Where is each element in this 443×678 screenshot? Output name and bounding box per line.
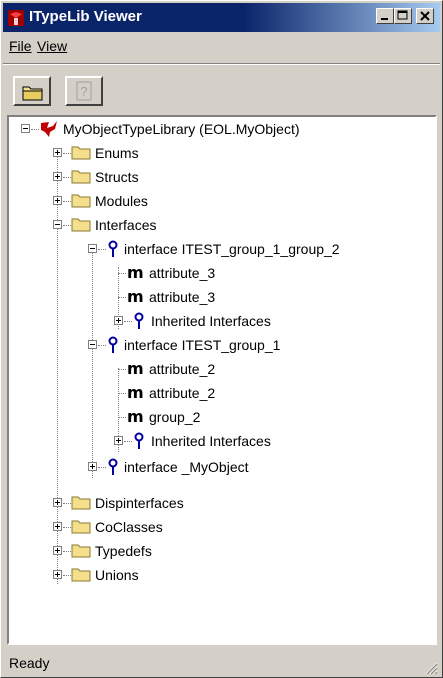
typelib-root-icon xyxy=(41,121,57,137)
tree-node-label: attribute_2 xyxy=(149,361,216,377)
tree-node-label: Typedefs xyxy=(95,543,152,559)
tree-item-structs[interactable]: Structs xyxy=(9,165,429,189)
tree-item-interface[interactable]: interface _MyObject xyxy=(9,455,429,479)
type-library-tree[interactable]: MyObjectTypeLibrary (EOL.MyObject) Enums… xyxy=(7,115,437,645)
tree-item-interface[interactable]: interface ITEST_group_1_group_2 xyxy=(9,237,429,261)
close-icon xyxy=(420,11,430,21)
expand-toggle[interactable] xyxy=(53,522,62,531)
tree-item-inherited[interactable]: Inherited Interfaces xyxy=(9,429,429,453)
tree-node-label: Enums xyxy=(95,145,139,161)
tree-item-member[interactable]: m attribute_3 xyxy=(9,285,429,309)
tree-item-coclasses[interactable]: CoClasses xyxy=(9,515,429,539)
tree-node-label: Dispinterfaces xyxy=(95,495,184,511)
tree-node-label: attribute_3 xyxy=(149,289,216,305)
tree-view: MyObjectTypeLibrary (EOL.MyObject) Enums… xyxy=(9,117,435,643)
tree-item-interfaces[interactable]: Interfaces xyxy=(9,213,429,237)
tree-node-label: Unions xyxy=(95,567,139,583)
collapse-toggle[interactable] xyxy=(88,340,97,349)
method-icon: m xyxy=(127,407,144,426)
folder-icon xyxy=(71,568,91,582)
open-folder-icon xyxy=(22,86,43,101)
menu-bar: File View xyxy=(3,34,440,58)
folder-icon xyxy=(71,520,91,534)
expand-toggle[interactable] xyxy=(53,546,62,555)
tree-item-interface[interactable]: interface ITEST_group_1 xyxy=(9,333,429,357)
collapse-toggle[interactable] xyxy=(21,124,30,133)
tree-node-label: Inherited Interfaces xyxy=(151,433,271,449)
interface-icon xyxy=(108,458,118,475)
method-icon: m xyxy=(127,263,144,282)
tree-node-label: interface ITEST_group_1_group_2 xyxy=(124,241,340,257)
menu-view[interactable]: View xyxy=(37,38,67,54)
minimize-icon xyxy=(381,18,388,20)
expand-toggle[interactable] xyxy=(53,196,62,205)
tree-node-label: Modules xyxy=(95,193,148,209)
tree-node-label: Structs xyxy=(95,169,139,185)
tree-root[interactable]: MyObjectTypeLibrary (EOL.MyObject) xyxy=(9,117,429,141)
toolbar-divider xyxy=(3,63,440,65)
interface-icon xyxy=(108,240,118,257)
expand-toggle[interactable] xyxy=(114,316,123,325)
expand-toggle[interactable] xyxy=(53,172,62,181)
resize-grip-icon[interactable] xyxy=(424,661,438,675)
folder-icon xyxy=(71,496,91,510)
tree-node-label: attribute_3 xyxy=(149,265,216,281)
expand-toggle[interactable] xyxy=(53,148,62,157)
tree-node-label: Interfaces xyxy=(95,217,157,233)
typelib-app-icon xyxy=(8,10,24,26)
expand-toggle[interactable] xyxy=(53,570,62,579)
maximize-icon xyxy=(397,10,408,20)
tree-item-typedefs[interactable]: Typedefs xyxy=(9,539,429,563)
help-icon: ? xyxy=(76,81,92,101)
tree-item-member[interactable]: m attribute_3 xyxy=(9,261,429,285)
status-text: Ready xyxy=(9,655,50,671)
tree-node-label: attribute_2 xyxy=(149,385,216,401)
window-title: ITypeLib Viewer xyxy=(29,8,142,25)
app-window: ITypeLib Viewer File View ? MyObjectType… xyxy=(0,0,443,678)
tree-node-label: Inherited Interfaces xyxy=(151,313,271,329)
minimize-button[interactable] xyxy=(376,8,394,24)
menu-file[interactable]: File xyxy=(9,38,32,54)
method-icon: m xyxy=(127,383,144,402)
help-button[interactable]: ? xyxy=(65,76,103,106)
tree-item-inherited[interactable]: Inherited Interfaces xyxy=(9,309,429,333)
tree-item-member[interactable]: m attribute_2 xyxy=(9,381,429,405)
expand-toggle[interactable] xyxy=(88,462,97,471)
open-folder-icon xyxy=(71,218,91,232)
tree-item-unions[interactable]: Unions xyxy=(9,563,429,587)
tree-node-label: interface ITEST_group_1 xyxy=(124,337,281,353)
method-icon: m xyxy=(127,359,144,378)
interface-icon xyxy=(108,336,118,353)
tree-node-label: CoClasses xyxy=(95,519,163,535)
collapse-toggle[interactable] xyxy=(53,220,62,229)
folder-icon xyxy=(71,146,91,160)
folder-icon xyxy=(71,170,91,184)
method-icon: m xyxy=(127,287,144,306)
expand-toggle[interactable] xyxy=(114,436,123,445)
tree-item-enums[interactable]: Enums xyxy=(9,141,429,165)
tree-item-dispinterfaces[interactable]: Dispinterfaces xyxy=(9,491,429,515)
expand-toggle[interactable] xyxy=(53,498,62,507)
status-bar: Ready xyxy=(3,649,440,677)
title-bar[interactable]: ITypeLib Viewer xyxy=(3,3,440,32)
tree-item-member[interactable]: m attribute_2 xyxy=(9,357,429,381)
folder-icon xyxy=(71,194,91,208)
close-button[interactable] xyxy=(416,8,434,24)
tree-item-member[interactable]: m group_2 xyxy=(9,405,429,429)
interface-icon xyxy=(134,312,144,329)
tree-item-modules[interactable]: Modules xyxy=(9,189,429,213)
open-button[interactable] xyxy=(13,76,51,106)
maximize-button[interactable] xyxy=(394,8,412,24)
tree-node-label: MyObjectTypeLibrary (EOL.MyObject) xyxy=(63,121,300,137)
tree-node-label: group_2 xyxy=(149,409,201,425)
collapse-toggle[interactable] xyxy=(88,244,97,253)
tree-node-label: interface _MyObject xyxy=(124,459,249,475)
svg-text:?: ? xyxy=(80,84,87,99)
folder-icon xyxy=(71,544,91,558)
interface-icon xyxy=(134,432,144,449)
